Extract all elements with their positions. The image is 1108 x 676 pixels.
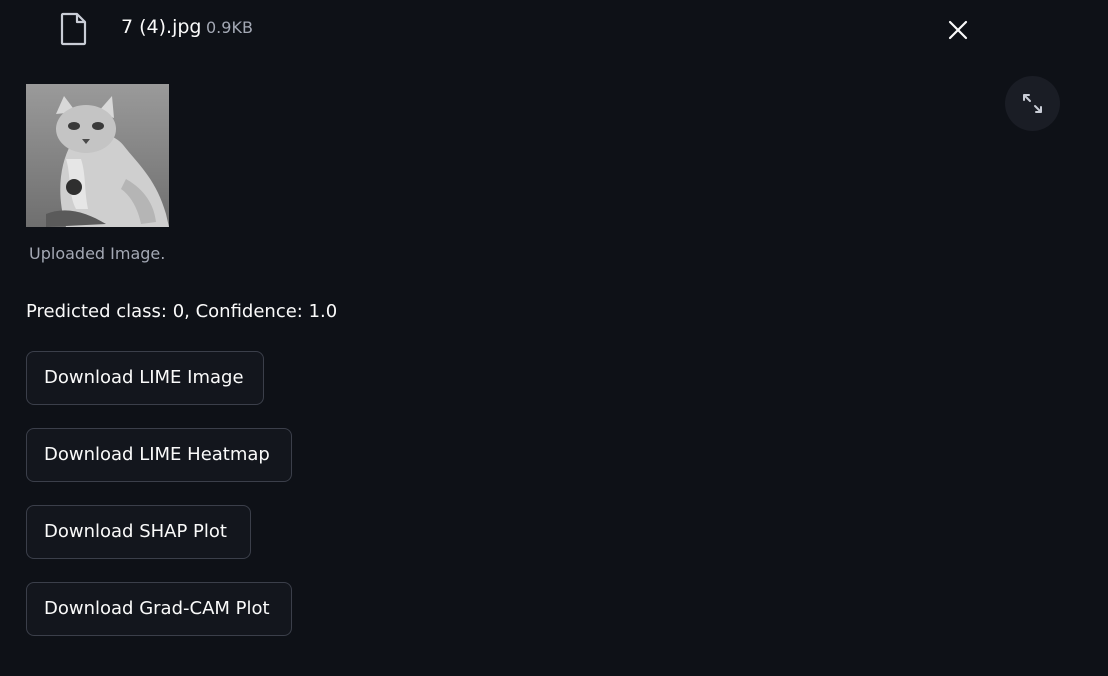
image-caption: Uploaded Image. xyxy=(29,244,166,263)
file-name: 7 (4).jpg xyxy=(121,16,202,38)
download-lime-image-button[interactable]: Download LIME Image xyxy=(26,351,264,405)
expand-icon xyxy=(1023,94,1042,113)
close-icon xyxy=(948,20,968,40)
uploaded-file-row: 7 (4).jpg 0.9KB xyxy=(0,0,1108,56)
download-lime-heatmap-button[interactable]: Download LIME Heatmap xyxy=(26,428,292,482)
remove-file-button[interactable] xyxy=(944,16,972,44)
fullscreen-button[interactable] xyxy=(1005,76,1060,131)
prediction-text: Predicted class: 0, Confidence: 1.0 xyxy=(26,301,338,322)
file-size: 0.9KB xyxy=(206,18,253,37)
uploaded-image xyxy=(26,84,169,227)
download-gradcam-plot-button[interactable]: Download Grad-CAM Plot xyxy=(26,582,292,636)
download-shap-plot-button[interactable]: Download SHAP Plot xyxy=(26,505,251,559)
app-page: 7 (4).jpg 0.9KB Uploaded Image. Predicte… xyxy=(0,0,1108,676)
file-icon xyxy=(60,12,87,46)
